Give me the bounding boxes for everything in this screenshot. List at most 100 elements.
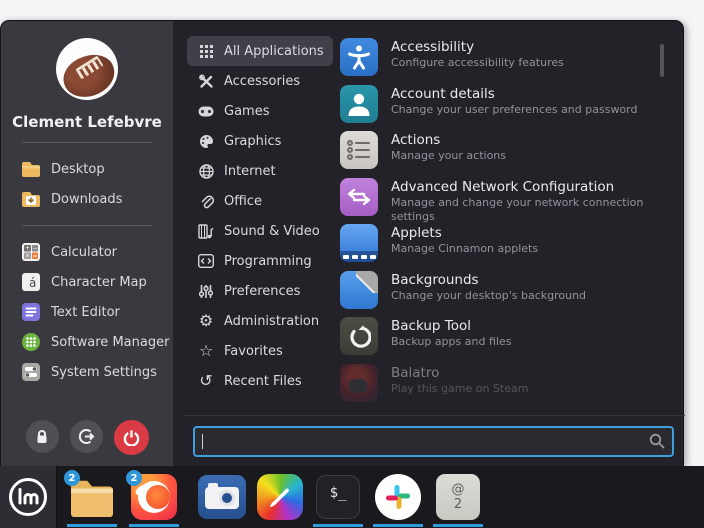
category-label: Graphics [224,134,281,149]
sidebar-item-downloads[interactable]: Downloads [1,184,173,214]
text-cursor [202,434,203,449]
taskbar: 2 2 $_ [0,466,704,528]
power-icon [123,429,140,446]
category-label: Recent Files [224,374,302,389]
sidebar-item-label: Downloads [51,192,122,207]
app-balatro[interactable]: Balatro Play this game on Steam [340,364,670,411]
app-account-details[interactable]: Account details Change your user prefere… [340,85,670,132]
gear-icon: ⚙ [196,313,216,329]
account-icon [340,85,378,123]
media-icon [196,224,216,239]
sidebar-item-character-map[interactable]: á Character Map [1,267,173,297]
tools-icon [196,74,216,89]
app-title: Balatro [391,365,528,382]
app-backgrounds[interactable]: Backgrounds Change your desktop's backgr… [340,271,670,318]
sidebar-item-text-editor[interactable]: Text Editor [1,297,173,327]
mail-icon-at-glyph: @ [452,482,465,497]
app-advanced-network-configuration[interactable]: Advanced Network Configuration Manage an… [340,178,670,225]
paperclip-icon [196,194,216,209]
running-indicator [433,524,483,527]
taskbar-item-firefox[interactable]: 2 [128,474,180,520]
sidebar-item-desktop[interactable]: Desktop [1,154,173,184]
divider [22,225,152,226]
globe-icon [196,164,216,179]
cinnamon-menu: Clement Lefebvre Desktop Downloads +−×= [0,20,684,466]
category-label: Sound & Video [224,224,320,239]
category-all-applications[interactable]: All Applications [187,36,333,66]
running-indicator [313,524,363,527]
user-name: Clement Lefebvre [1,113,173,131]
avatar-football-image [58,49,118,100]
category-label: Games [224,104,269,119]
notification-badge: 2 [126,470,142,486]
folder-download-icon [20,188,42,210]
app-description: Manage your actions [391,149,506,163]
sidebar-item-calculator[interactable]: +−×= Calculator [1,237,173,267]
taskbar-item-mail[interactable]: @ 2 [432,474,484,520]
avatar[interactable] [56,38,118,100]
search-zone [184,415,685,466]
app-accessibility[interactable]: Accessibility Configure accessibility fe… [340,38,670,85]
category-recent-files[interactable]: ↺ Recent Files [187,366,333,396]
category-label: Administration [224,314,319,329]
lock-button[interactable] [26,420,59,453]
category-label: Internet [224,164,276,179]
svg-text:−: − [32,245,37,252]
grid-icon [196,45,216,58]
taskbar-item-files[interactable]: 2 [66,474,118,520]
backup-icon [340,317,378,355]
slack-icon [375,474,421,520]
app-title: Actions [391,132,506,149]
sidebar-item-software-manager[interactable]: Software Manager [1,327,173,357]
category-office[interactable]: Office [187,186,333,216]
sidebar-item-system-settings[interactable]: System Settings [1,357,173,387]
history-icon: ↺ [196,373,216,389]
sidebar-item-label: System Settings [51,365,157,380]
taskbar-item-drawing[interactable] [254,474,306,520]
category-sound-video[interactable]: Sound & Video [187,216,333,246]
app-description: Change your user preferences and passwor… [391,103,637,117]
category-favorites[interactable]: ☆ Favorites [187,336,333,366]
app-actions[interactable]: Actions Manage your actions [340,131,670,178]
svg-text:×: × [25,253,30,260]
category-label: Programming [224,254,312,269]
power-button[interactable] [114,420,149,455]
sidebar-item-label: Calculator [51,245,117,260]
app-backup-tool[interactable]: Backup Tool Backup apps and files [340,317,670,364]
category-graphics[interactable]: Graphics [187,126,333,156]
app-applets[interactable]: Applets Manage Cinnamon applets [340,224,670,271]
divider [22,142,152,143]
terminal-icon: $_ [316,475,360,519]
taskbar-item-terminal[interactable]: $_ [312,474,364,520]
code-icon [196,254,216,268]
taskbar-item-slack[interactable] [372,474,424,520]
search-input[interactable] [193,426,674,457]
category-accessories[interactable]: Accessories [187,66,333,96]
category-label: Favorites [224,344,283,359]
taskbar-item-camera[interactable] [196,474,248,520]
scrollbar-thumb[interactable] [660,44,664,77]
sliders-icon [196,284,216,299]
category-administration[interactable]: ⚙ Administration [187,306,333,336]
category-programming[interactable]: Programming [187,246,333,276]
palette-icon [196,134,216,149]
app-title: Applets [391,225,538,242]
category-games[interactable]: Games [187,96,333,126]
logout-icon [78,428,95,445]
category-label: All Applications [224,44,324,59]
category-preferences[interactable]: Preferences [187,276,333,306]
logout-button[interactable] [70,420,103,453]
app-title: Backgrounds [391,272,586,289]
network-icon [340,178,378,216]
folder-icon [20,158,42,180]
camera-icon [198,475,246,519]
category-internet[interactable]: Internet [187,156,333,186]
menu-button[interactable] [0,466,57,528]
lock-icon [35,429,49,444]
session-buttons [1,420,173,455]
gamepad-icon [196,106,216,117]
calculator-icon: +−×= [20,241,42,263]
app-description: Backup apps and files [391,335,511,349]
sidebar-item-label: Desktop [51,162,105,177]
mail-icon: @ 2 [436,474,480,520]
